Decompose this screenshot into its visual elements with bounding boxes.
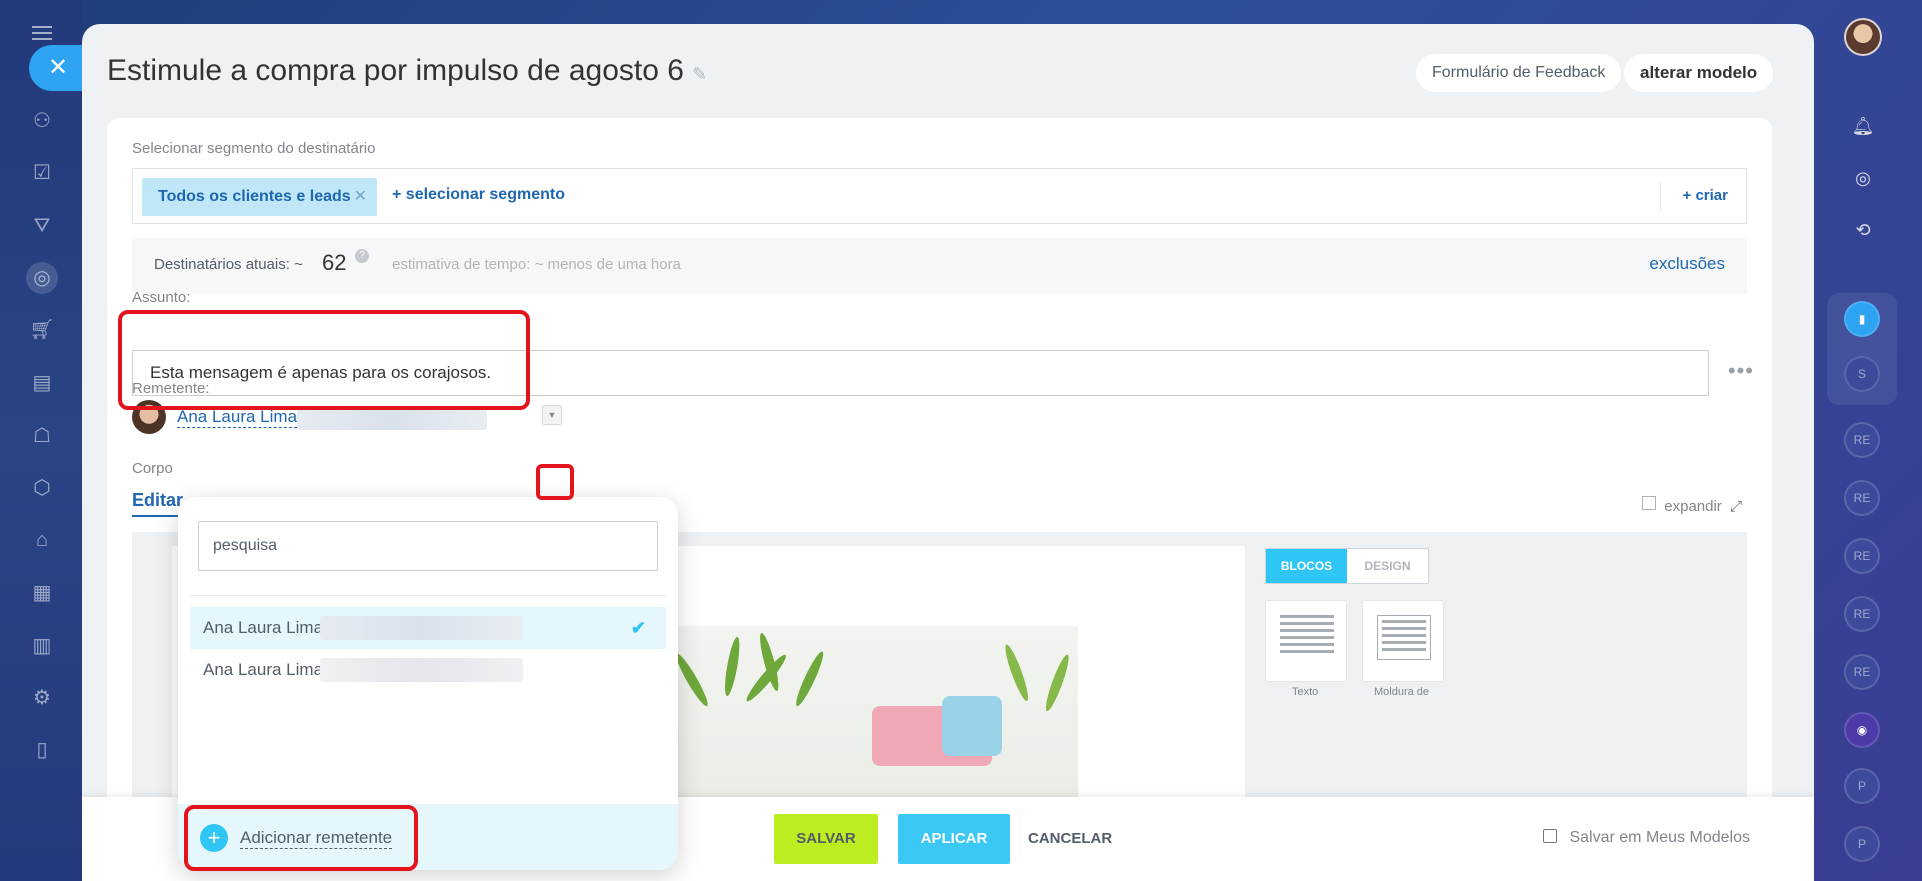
exclusions-link[interactable]: exclusões	[1649, 254, 1725, 274]
checkmark-icon: ✔	[630, 618, 646, 638]
bell-icon[interactable]: 🔔︎	[1847, 110, 1879, 142]
save-template-checkbox[interactable]: Salvar em Meus Modelos	[1543, 829, 1750, 847]
copy-icon[interactable]	[1642, 496, 1656, 510]
sender-option[interactable]: Ana Laura Lima ✔	[190, 607, 666, 649]
segment-selector[interactable]: Todos os clientes e leads ✕ + selecionar…	[132, 168, 1747, 224]
segment-chip[interactable]: Todos os clientes e leads ✕	[142, 178, 377, 216]
checkbox[interactable]	[1543, 829, 1558, 843]
apply-button[interactable]: APLICAR	[898, 814, 1010, 864]
change-template-button[interactable]: alterar modelo	[1624, 54, 1774, 92]
tab-edit[interactable]: Editar	[132, 490, 183, 511]
divider	[1660, 183, 1661, 211]
product-photo	[642, 626, 1078, 816]
page-title: Estimule a compra por impulso de agosto …	[107, 54, 707, 88]
expand-label: expandir	[1664, 498, 1722, 515]
robot-icon[interactable]: ☖	[26, 420, 58, 452]
time-estimate: estimativa de tempo: ~ menos de uma hora	[392, 256, 681, 273]
block-frame-label: Moldura de	[1374, 686, 1430, 698]
sender-email-blurred	[320, 616, 523, 640]
bookmark-icon[interactable]: ▮	[1844, 301, 1880, 337]
left-sidebar: ✕ ⚇ ☑ ⛛ ◎ 🛒︎ ▤ ☖ ⬡ ⌂ ▦ ▥ ⚙︎ ▯	[0, 0, 83, 881]
body-label: Corpo	[132, 460, 173, 477]
sync-icon[interactable]: ⟲	[1847, 214, 1879, 246]
segment-label: Selecionar segmento do destinatário	[132, 140, 376, 157]
page-title-text: Estimule a compra por impulso de agosto …	[107, 54, 684, 87]
chat-avatar-p[interactable]: P	[1844, 768, 1880, 804]
funnel-icon[interactable]: ⛛	[26, 210, 58, 242]
expand-button[interactable]: expandir ⤢	[1664, 498, 1742, 515]
close-button[interactable]: ✕	[29, 45, 83, 91]
right-sidebar: 🔔︎ ◎ ⟲ ▮ S RE RE RE RE RE ◉ P P	[1812, 0, 1922, 881]
marketing-icon[interactable]: ◎	[26, 262, 58, 294]
recipients-info: Destinatários atuais: ~ 62 ? estimativa …	[132, 238, 1747, 294]
select-segment-link[interactable]: + selecionar segmento	[392, 186, 565, 204]
sender-option-label: Ana Laura Lima	[203, 618, 324, 637]
more-options-icon[interactable]: •••	[1728, 358, 1754, 384]
segment-chip-label: Todos os clientes e leads	[158, 188, 351, 205]
cart-icon[interactable]: 🛒︎	[26, 314, 58, 346]
settings-icon[interactable]: ⚙︎	[26, 682, 58, 714]
recipients-label: Destinatários atuais: ~	[154, 256, 303, 273]
help-icon[interactable]: ?	[355, 249, 369, 263]
block-frame[interactable]	[1362, 600, 1444, 682]
contact-card-icon[interactable]: ▤	[26, 367, 58, 399]
box-icon[interactable]: ⬡	[26, 472, 58, 504]
calendar-icon[interactable]: ▦	[26, 577, 58, 609]
target-icon[interactable]: ◎	[1847, 162, 1879, 194]
chat-avatar-re[interactable]: RE	[1844, 596, 1880, 632]
block-text-label: Texto	[1292, 686, 1319, 698]
subject-label: Assunto:	[132, 289, 191, 306]
tab-design[interactable]: DESIGN	[1347, 549, 1428, 583]
sender-name[interactable]: Ana Laura Lima	[177, 407, 298, 428]
divider	[190, 595, 666, 596]
user-avatar[interactable]	[1844, 18, 1882, 56]
crm-icon[interactable]: ⚇	[26, 105, 58, 137]
remove-chip-icon[interactable]: ✕	[354, 178, 367, 216]
document-icon[interactable]: ▯	[26, 734, 58, 766]
highlight-caret	[536, 464, 574, 500]
analytics-icon[interactable]: ▥	[26, 630, 58, 662]
tab-blocks[interactable]: BLOCOS	[1266, 549, 1347, 583]
feedback-button[interactable]: Formulário de Feedback	[1416, 54, 1622, 92]
chat-avatar-re[interactable]: RE	[1844, 422, 1880, 458]
chat-avatar-p[interactable]: P	[1844, 826, 1880, 862]
block-text[interactable]	[1265, 600, 1347, 682]
chat-avatar-re[interactable]: RE	[1844, 480, 1880, 516]
sender-search-input[interactable]	[198, 521, 658, 571]
sidebar-tabs: BLOCOS DESIGN	[1265, 548, 1429, 584]
chat-avatar-re[interactable]: RE	[1844, 654, 1880, 690]
highlight-subject	[118, 310, 530, 410]
store-icon[interactable]: ⌂	[26, 524, 58, 556]
create-segment-link[interactable]: + criar	[1683, 187, 1728, 204]
save-template-label: Salvar em Meus Modelos	[1569, 829, 1750, 846]
chat-avatar-re[interactable]: RE	[1844, 538, 1880, 574]
highlight-add-sender	[184, 805, 418, 871]
openlines-icon[interactable]: ◉	[1844, 712, 1880, 748]
sender-email-blurred	[320, 658, 523, 682]
menu-icon[interactable]	[32, 26, 52, 40]
chat-avatar-s[interactable]: S	[1844, 356, 1880, 392]
pencil-icon[interactable]: ✎	[692, 64, 707, 85]
sender-option[interactable]: Ana Laura Lima	[190, 649, 666, 691]
expand-icon: ⤢	[1729, 498, 1742, 515]
sender-option-label: Ana Laura Lima	[203, 660, 324, 679]
cancel-button[interactable]: CANCELAR	[1028, 814, 1112, 864]
sender-dropdown-caret[interactable]: ▼	[542, 405, 562, 425]
tasks-icon[interactable]: ☑	[26, 157, 58, 189]
save-button[interactable]: SALVAR	[774, 814, 878, 864]
recipients-count: 62	[322, 250, 347, 275]
